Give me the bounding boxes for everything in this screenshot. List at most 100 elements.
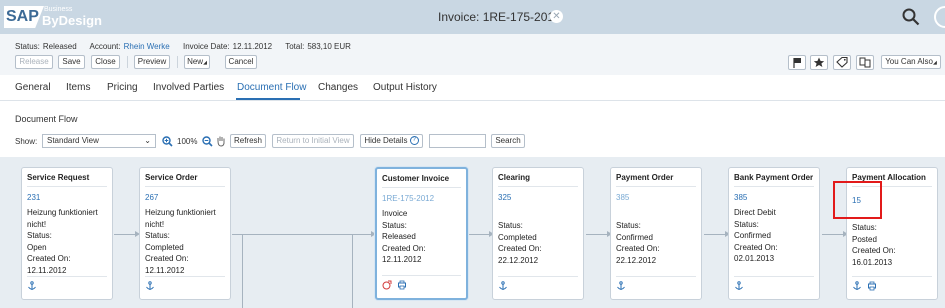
card-line: Status:	[852, 223, 877, 232]
card-divider	[852, 276, 932, 277]
card-divider	[27, 186, 107, 187]
card-title: Service Request	[27, 173, 90, 182]
preview-button[interactable]: Preview	[134, 55, 170, 69]
window-title: Invoice: 1RE-175-2012	[438, 10, 561, 24]
refresh-button[interactable]: Refresh	[230, 134, 266, 148]
close-button[interactable]: Close	[91, 55, 120, 69]
tab-items[interactable]: Items	[66, 82, 90, 93]
flow-connector	[242, 234, 243, 308]
card-document-link[interactable]: 267	[145, 193, 158, 202]
card-line: Status:	[382, 220, 407, 230]
tab-involved-parties[interactable]: Involved Parties	[153, 82, 224, 93]
flow-card-service-request[interactable]: Service Request 231 Heizung funktioniert…	[21, 167, 113, 300]
flow-connector	[352, 234, 353, 308]
account-label: Account:	[89, 42, 121, 51]
card-divider	[145, 276, 225, 277]
card-details: Invoice Status: Released Created On: 12.…	[382, 208, 464, 266]
flow-connector	[468, 234, 490, 235]
you-can-also-button[interactable]: You Can Also◢	[881, 55, 941, 69]
card-details: Heizung funktioniert nicht! Status: Comp…	[145, 207, 227, 276]
card-line: Created On:	[145, 254, 189, 263]
related-documents-icon[interactable]	[856, 55, 874, 70]
card-divider	[498, 276, 578, 277]
close-window-icon[interactable]: ✕	[550, 10, 563, 23]
section-title: Document Flow	[15, 114, 78, 124]
tag-icon[interactable]	[833, 55, 851, 70]
anchor-icon[interactable]	[852, 281, 862, 291]
card-line: Heizung funktioniert nicht!	[145, 208, 216, 229]
hide-details-button[interactable]: Hide Details ?	[360, 134, 423, 148]
tab-document-flow[interactable]: Document Flow	[237, 82, 306, 93]
card-document-link[interactable]: 325	[498, 193, 511, 202]
save-button[interactable]: Save	[58, 55, 85, 69]
logo-bydesign-text: ByDesign	[42, 13, 102, 28]
card-line: Open	[27, 242, 47, 252]
status-label: Status:	[15, 42, 40, 51]
new-button[interactable]: New◢	[184, 55, 210, 69]
help-icon: ?	[409, 136, 419, 146]
dropdown-indicator-icon: ◢	[932, 60, 937, 66]
card-document-link[interactable]: 231	[27, 193, 40, 202]
return-to-initial-view-button[interactable]: Return to Initial View	[272, 134, 354, 148]
favorite-star-icon[interactable]	[810, 55, 828, 70]
print-icon[interactable]	[867, 281, 877, 291]
card-line: 22.12.2012	[498, 255, 539, 265]
tab-general[interactable]: General	[15, 82, 51, 93]
tab-changes[interactable]: Changes	[318, 82, 358, 93]
card-document-link[interactable]: 1RE-175-2012	[382, 194, 434, 203]
anchor-icon[interactable]	[734, 281, 744, 291]
sap-logo-mark: SAP	[4, 6, 44, 28]
flow-search-button[interactable]: Search	[491, 134, 525, 148]
flow-connector	[232, 234, 372, 235]
zoom-level: 100%	[177, 137, 198, 146]
card-line: Status:	[145, 231, 170, 240]
toolbar-separator	[177, 56, 178, 68]
release-button[interactable]: Release	[15, 55, 53, 69]
you-can-also-label: You Can Also	[885, 57, 933, 66]
card-document-link[interactable]: 385	[616, 193, 629, 202]
flow-card-clearing[interactable]: Clearing 325 Status: Completed Created O…	[492, 167, 584, 300]
search-icon[interactable]	[902, 8, 920, 26]
account-link[interactable]: Rhein Werke	[124, 42, 170, 51]
flow-connector	[822, 234, 844, 235]
flow-card-customer-invoice[interactable]: Customer Invoice 1RE-175-2012 Invoice St…	[375, 167, 468, 300]
card-document-link[interactable]: 385	[734, 193, 747, 202]
flow-card-service-order[interactable]: Service Order 267 Heizung funktioniert n…	[139, 167, 231, 300]
anchor-icon[interactable]	[145, 281, 155, 291]
chevron-down-icon: ⌄	[144, 136, 151, 145]
tab-output-history[interactable]: Output History	[373, 82, 437, 93]
card-divider	[145, 186, 225, 187]
anchor-icon[interactable]	[616, 281, 626, 291]
flow-card-payment-order[interactable]: Payment Order 385 Status: Confirmed Crea…	[610, 167, 702, 300]
print-icon[interactable]	[397, 280, 407, 290]
anchor-icon[interactable]	[27, 281, 37, 291]
view-select[interactable]: Standard View ⌄	[42, 134, 156, 148]
card-line: Confirmed	[616, 232, 653, 242]
card-line: Created On:	[616, 244, 660, 253]
zoom-out-icon[interactable]	[202, 136, 213, 147]
cancel-button[interactable]: Cancel	[225, 55, 257, 69]
card-line: Status:	[734, 219, 759, 229]
card-title: Clearing	[498, 173, 531, 182]
card-divider	[616, 186, 696, 187]
card-line: Completed	[145, 242, 184, 252]
card-divider	[734, 276, 814, 277]
card-line: Created On:	[852, 246, 896, 255]
zoom-in-icon[interactable]	[162, 136, 173, 147]
logo-business-text: Business	[44, 6, 73, 13]
hide-details-label: Hide Details	[364, 136, 408, 145]
card-line: Direct Debit	[734, 208, 776, 217]
card-divider	[616, 276, 696, 277]
pdf-document-icon[interactable]	[382, 280, 392, 290]
pan-hand-icon[interactable]	[216, 135, 226, 147]
view-select-value: Standard View	[47, 136, 99, 145]
anchor-icon[interactable]	[498, 281, 508, 291]
flow-search-input[interactable]	[429, 134, 486, 148]
tab-pricing[interactable]: Pricing	[107, 82, 138, 93]
invoice-date-value: 12.11.2012	[232, 42, 273, 51]
card-title: Customer Invoice	[382, 174, 450, 183]
status-value: Released	[42, 42, 77, 51]
flow-card-bank-payment-order[interactable]: Bank Payment Order 385 Direct Debit Stat…	[728, 167, 820, 300]
flag-icon[interactable]	[788, 55, 806, 70]
card-line: 16.01.2013	[852, 257, 893, 267]
